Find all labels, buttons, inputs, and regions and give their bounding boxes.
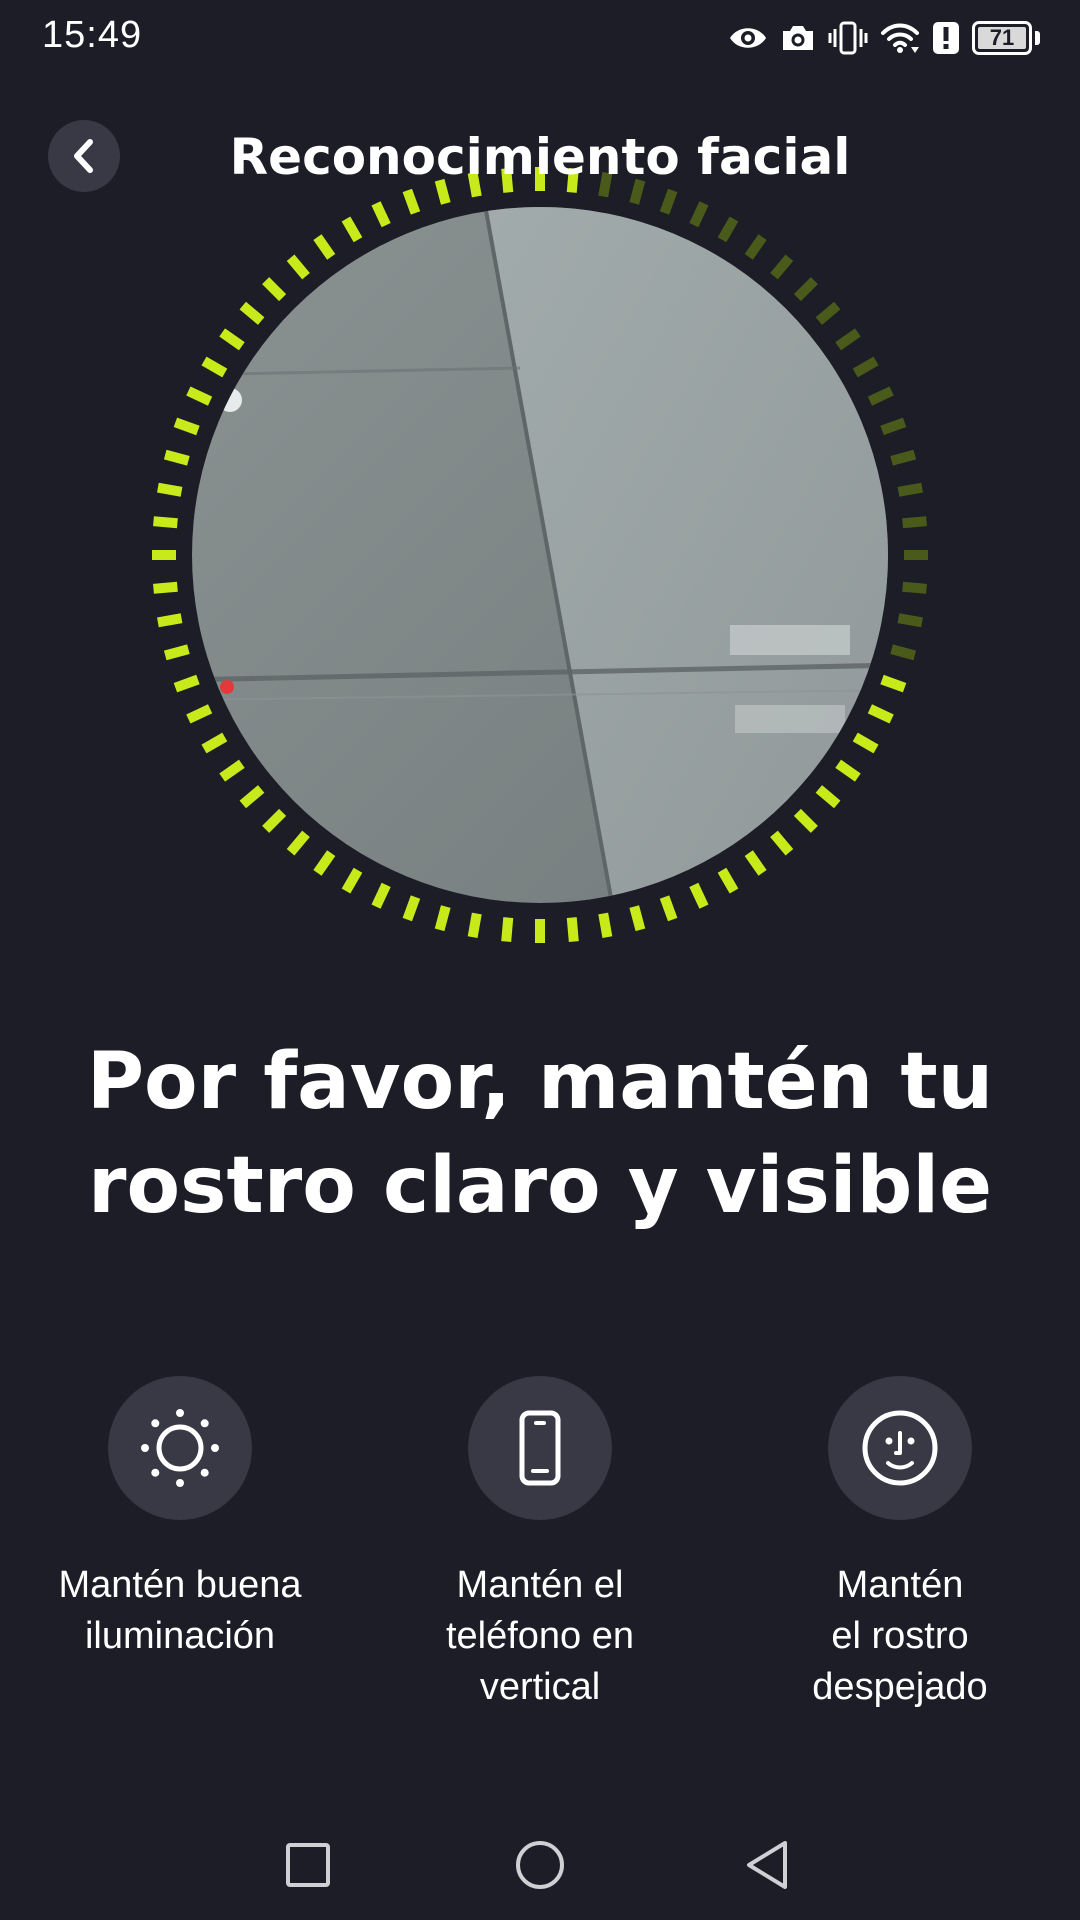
progress-tick — [186, 704, 213, 724]
page-title: Reconocimiento facial — [229, 128, 851, 186]
progress-tick — [659, 895, 678, 922]
progress-tick — [163, 644, 190, 661]
progress-tick — [835, 759, 861, 782]
navigation-bar — [0, 1820, 1080, 1920]
progress-tick — [852, 732, 879, 754]
progress-tick — [659, 188, 678, 215]
progress-tick — [313, 850, 336, 876]
progress-tick — [501, 917, 514, 942]
progress-tick — [402, 188, 421, 215]
progress-tick — [890, 449, 917, 466]
progress-tick — [880, 417, 907, 436]
progress-tick — [902, 516, 927, 529]
progress-tick — [173, 417, 200, 436]
progress-tick — [239, 301, 265, 325]
face-icon — [862, 1410, 938, 1486]
tip-icon-circle — [828, 1376, 972, 1520]
progress-tick — [770, 254, 794, 280]
progress-tick — [173, 674, 200, 693]
progress-tick — [341, 216, 363, 243]
progress-tick — [689, 201, 709, 228]
progress-tick — [744, 234, 767, 260]
progress-tick — [566, 917, 579, 942]
progress-tick — [313, 234, 336, 260]
progress-tick — [153, 516, 178, 529]
home-icon — [516, 1841, 564, 1889]
progress-tick — [717, 867, 739, 894]
tip-icon-circle — [468, 1376, 612, 1520]
progress-tick — [867, 704, 894, 724]
instruction-line-2: rostro claro y visible — [87, 1141, 992, 1231]
progress-tick — [262, 808, 287, 833]
progress-tick — [815, 785, 841, 809]
system-back-button[interactable] — [718, 1820, 818, 1910]
tips-row: Mantén buena iluminación Mantén el teléf… — [0, 1376, 1080, 1716]
progress-tick — [897, 482, 923, 497]
sun-icon — [141, 1409, 219, 1487]
progress-tick — [744, 850, 767, 876]
tip-lighting: Mantén buena iluminación — [20, 1376, 340, 1662]
progress-tick — [402, 895, 421, 922]
progress-tick — [770, 830, 794, 856]
tip-phone-vertical: Mantén el teléfono en vertical — [380, 1376, 700, 1713]
phone-icon — [519, 1410, 561, 1486]
tip-icon-circle — [108, 1376, 252, 1520]
progress-tick — [793, 277, 818, 302]
camera-feed — [192, 207, 888, 903]
progress-tick — [371, 882, 391, 909]
progress-tick — [890, 644, 917, 661]
progress-tick — [598, 912, 613, 938]
progress-tick — [157, 613, 183, 628]
tip-label: Mantén buena iluminación — [58, 1564, 302, 1657]
progress-tick — [434, 905, 451, 932]
tip-label: Mantén el rostro despejado — [812, 1564, 988, 1708]
instruction-heading: Por favor, mantén tu rostro claro y visi… — [40, 1030, 1040, 1238]
progress-tick — [852, 356, 879, 378]
progress-tick — [629, 905, 646, 932]
progress-tick — [689, 882, 709, 909]
progress-tick — [157, 482, 183, 497]
recents-icon — [286, 1843, 330, 1887]
progress-tick — [219, 759, 245, 782]
progress-tick — [341, 867, 363, 894]
tip-face-clear: Mantén el rostro despejado — [740, 1376, 1060, 1713]
progress-tick — [286, 830, 310, 856]
progress-tick — [163, 449, 190, 466]
home-button[interactable] — [490, 1820, 590, 1910]
progress-tick — [717, 216, 739, 243]
progress-tick — [219, 328, 245, 351]
progress-tick — [371, 201, 391, 228]
progress-tick — [201, 356, 228, 378]
progress-tick — [153, 581, 178, 594]
progress-tick — [867, 386, 894, 406]
progress-tick — [262, 277, 287, 302]
back-triangle-icon — [747, 1841, 787, 1889]
progress-tick — [815, 301, 841, 325]
progress-tick — [880, 674, 907, 693]
progress-tick — [239, 785, 265, 809]
progress-tick — [186, 386, 213, 406]
progress-tick — [897, 613, 923, 628]
progress-tick — [467, 912, 482, 938]
progress-tick — [835, 328, 861, 351]
instruction-line-1: Por favor, mantén tu — [86, 1037, 994, 1127]
tip-label: Mantén el teléfono en vertical — [445, 1564, 635, 1708]
face-recognition-screen: 15:49 71 Reconocimiento facial Por favor… — [0, 0, 1080, 1920]
recents-button[interactable] — [258, 1820, 358, 1910]
progress-tick — [286, 254, 310, 280]
progress-tick — [902, 581, 927, 594]
progress-tick — [201, 732, 228, 754]
progress-tick — [793, 808, 818, 833]
